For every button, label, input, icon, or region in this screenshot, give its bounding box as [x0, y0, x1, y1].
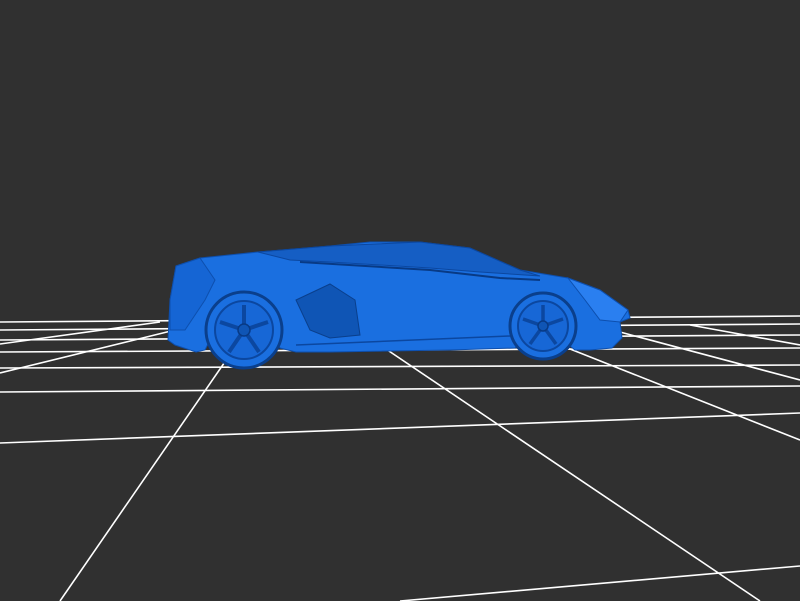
scene-canvas[interactable] [0, 0, 800, 601]
car-rear-wheel [204, 290, 284, 370]
car-front-wheel [508, 291, 578, 361]
3d-viewport[interactable] [0, 0, 800, 601]
